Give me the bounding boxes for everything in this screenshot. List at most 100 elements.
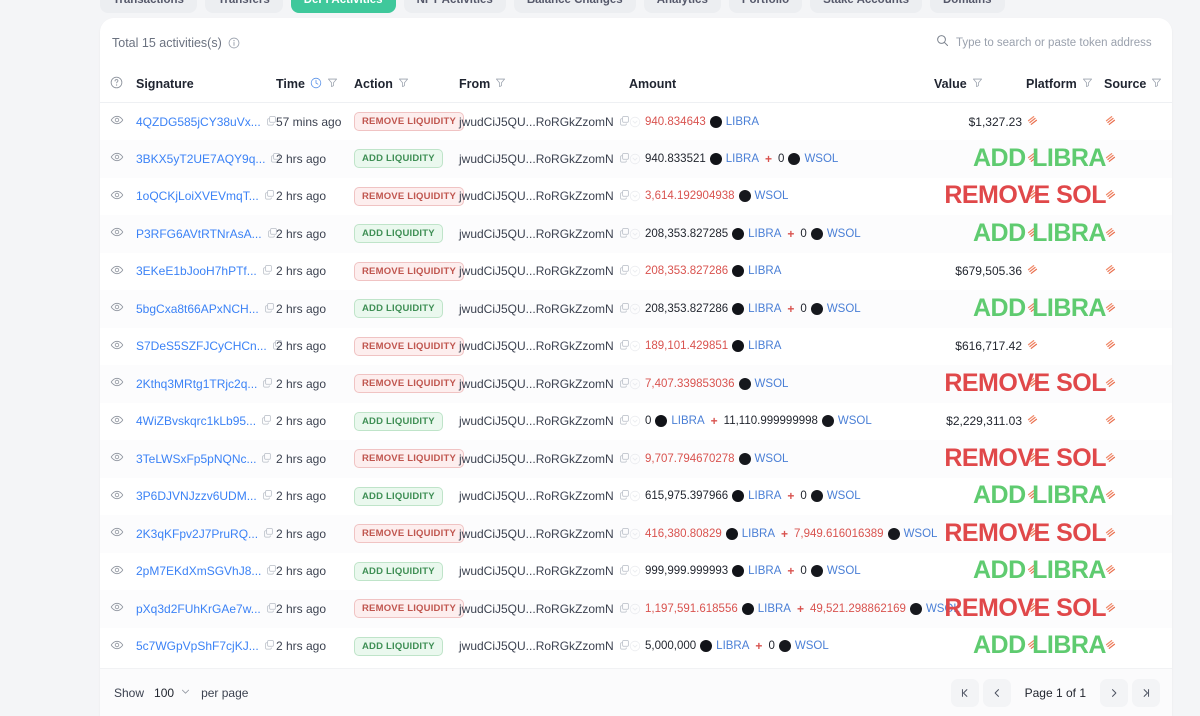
action-badge[interactable]: ADD LIQUIDITY [354,224,443,244]
platform-dex-icon[interactable] [1026,563,1039,576]
expand-chevron-icon[interactable] [629,228,641,240]
token-symbol[interactable]: LIBRA [742,528,775,540]
eye-icon[interactable] [110,415,124,430]
from-address[interactable]: jwudCiJ5QU...RoRGkZzomN [459,602,614,616]
token-symbol[interactable]: LIBRA [671,415,704,427]
filter-icon[interactable] [398,77,409,91]
signature-link[interactable]: 2pM7EKdXmSGVhJ8... [136,564,261,578]
signature-link[interactable]: 4WiZBvskqrc1kLb95... [136,414,256,428]
table-row[interactable]: 3EKeE1bJooH7hPTf... 2 hrs ago REMOVE LIQUI… [100,252,1172,290]
expand-chevron-icon[interactable] [629,640,641,652]
expand-chevron-icon[interactable] [629,490,641,502]
platform-dex-icon[interactable] [1026,301,1039,314]
platform-dex-icon[interactable] [1026,226,1039,239]
prev-page-icon[interactable] [982,678,1011,707]
eye-icon[interactable] [110,303,124,317]
signature-link[interactable]: 1oQCKjLoiXVEVmqT... [136,189,259,203]
from-address[interactable]: jwudCiJ5QU...RoRGkZzomN [459,527,614,541]
token-symbol[interactable]: WSOL [804,153,838,165]
from-address[interactable]: jwudCiJ5QU...RoRGkZzomN [459,452,614,466]
question-circle-icon[interactable] [110,76,123,92]
tab-transactions[interactable]: Transactions [100,0,197,13]
copy-icon[interactable] [264,189,275,203]
table-row[interactable]: 5c7WGpVpShF7cjKJ... 2 hrs ago ADD LIQUIDIT… [100,627,1172,665]
expand-chevron-icon[interactable] [629,565,641,577]
source-dex-icon[interactable] [1104,451,1117,464]
platform-dex-icon[interactable] [1026,151,1039,164]
token-symbol[interactable]: WSOL [827,490,861,502]
token-symbol[interactable]: LIBRA [758,603,791,615]
action-badge[interactable]: REMOVE LIQUIDITY [354,599,464,619]
token-symbol[interactable]: LIBRA [726,153,759,165]
table-row[interactable]: pXq3d2FUhKrGAe7w... 2 hrs ago REMOVE LIQUI… [100,590,1172,628]
action-badge[interactable]: ADD LIQUIDITY [354,299,443,319]
signature-link[interactable]: P3RFG6AVtRTNrAsA... [136,227,262,241]
table-row[interactable]: 2K3qKFpv2J7PruRQ... 2 hrs ago REMOVE LIQUI… [100,515,1172,553]
expand-chevron-icon[interactable] [629,528,641,540]
token-symbol[interactable]: LIBRA [748,303,781,315]
signature-link[interactable]: 3EKeE1bJooH7hPTf... [136,264,257,278]
expand-chevron-icon[interactable] [629,153,641,165]
eye-icon[interactable] [110,603,124,617]
signature-link[interactable]: 3P6DJVNJzzv6UDM... [136,489,257,503]
next-page-icon[interactable] [1100,678,1128,707]
first-page-icon[interactable] [950,678,979,707]
filter-icon[interactable] [1082,77,1093,91]
platform-dex-icon[interactable] [1026,338,1039,351]
expand-chevron-icon[interactable] [629,453,641,465]
eye-icon[interactable] [110,228,124,242]
signature-link[interactable]: 5c7WGpVpShF7cjKJ... [136,639,259,653]
copy-icon[interactable] [263,527,274,541]
col-source[interactable]: Source [1104,68,1172,103]
source-dex-icon[interactable] [1104,526,1117,539]
tab-portfolio[interactable]: Portfolio [728,0,803,13]
table-row[interactable]: 1oQCKjLoiXVEVmqT... 2 hrs ago REMOVE LIQUI… [100,177,1172,215]
source-dex-icon[interactable] [1104,114,1117,127]
source-dex-icon[interactable] [1104,301,1117,314]
filter-icon[interactable] [495,77,506,91]
table-row[interactable]: P3RFG6AVtRTNrAsA... 2 hrs ago ADD LIQUIDIT… [100,215,1172,253]
token-symbol[interactable]: WSOL [904,528,938,540]
copy-icon[interactable] [264,639,275,653]
table-row[interactable]: 4WiZBvskqrc1kLb95... 2 hrs ago ADD LIQUIDI… [100,402,1172,440]
from-address[interactable]: jwudCiJ5QU...RoRGkZzomN [459,152,614,166]
platform-dex-icon[interactable] [1026,638,1039,651]
table-row[interactable]: 2pM7EKdXmSGVhJ8... 2 hrs ago ADD LIQUIDITY… [100,552,1172,590]
action-badge[interactable]: REMOVE LIQUIDITY [354,374,464,394]
copy-icon[interactable] [262,377,273,391]
expand-chevron-icon[interactable] [629,265,641,277]
token-symbol[interactable]: LIBRA [748,565,781,577]
expand-chevron-icon[interactable] [629,340,641,352]
signature-link[interactable]: 5bgCxa8t66APxNCH... [136,302,259,316]
copy-icon[interactable] [262,264,273,278]
token-symbol[interactable]: WSOL [755,190,789,202]
signature-link[interactable]: 2Kthq3MRtg1TRjc2q... [136,377,257,391]
eye-icon[interactable] [110,265,124,280]
eye-icon[interactable] [110,190,124,205]
token-symbol[interactable]: WSOL [838,415,872,427]
expand-chevron-icon[interactable] [629,303,641,315]
table-row[interactable]: 5bgCxa8t66APxNCH... 2 hrs ago ADD LIQUIDIT… [100,290,1172,328]
signature-link[interactable]: 3BKX5yT2UE7AQY9q... [136,152,265,166]
tab-defi-activities[interactable]: DeFi Activities [290,0,396,13]
info-circle-icon[interactable] [228,37,240,49]
action-badge[interactable]: REMOVE LIQUIDITY [354,112,464,131]
search-box[interactable] [928,30,1160,56]
source-dex-icon[interactable] [1104,263,1117,276]
from-address[interactable]: jwudCiJ5QU...RoRGkZzomN [459,377,614,391]
platform-dex-icon[interactable] [1026,451,1039,464]
page-size-select[interactable]: 100 [152,684,193,702]
eye-icon[interactable] [110,340,124,355]
source-dex-icon[interactable] [1104,226,1117,239]
source-dex-icon[interactable] [1104,488,1117,501]
col-value[interactable]: Value [934,68,1026,103]
copy-icon[interactable] [261,452,272,466]
signature-link[interactable]: 3TeLWSxFp5pNQNc... [136,452,256,466]
token-symbol[interactable]: WSOL [795,640,829,652]
source-dex-icon[interactable] [1104,338,1117,351]
source-dex-icon[interactable] [1104,638,1117,651]
platform-dex-icon[interactable] [1026,376,1039,389]
from-address[interactable]: jwudCiJ5QU...RoRGkZzomN [459,564,614,578]
source-dex-icon[interactable] [1104,601,1117,614]
eye-icon[interactable] [110,153,124,167]
